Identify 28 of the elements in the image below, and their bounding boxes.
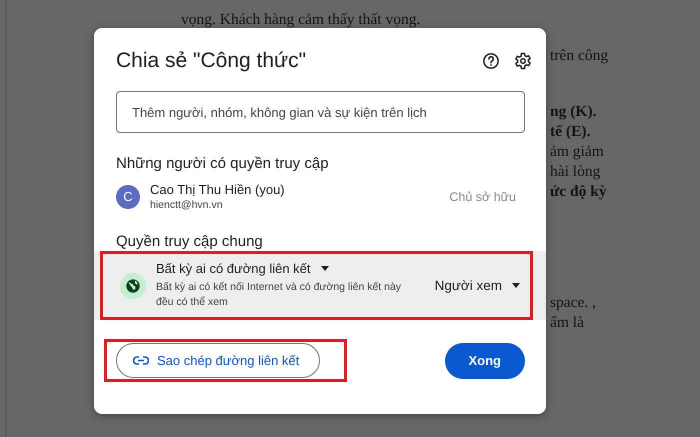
link-access-dropdown[interactable]: Bất kỳ ai có đường liên kết xyxy=(156,261,425,276)
person-role: Chủ sở hữu xyxy=(449,190,516,204)
help-icon[interactable] xyxy=(482,52,500,70)
document-text: ng (K). xyxy=(550,102,596,122)
document-text: ức độ kỳ xyxy=(550,182,607,202)
caret-icon xyxy=(512,283,520,288)
done-button[interactable]: Xong xyxy=(444,342,525,378)
document-text: space. , xyxy=(550,293,596,313)
document-text: ẩm là xyxy=(550,313,584,333)
person-name: Cao Thị Thu Hiền (you) xyxy=(150,182,286,197)
document-text: tế (E). xyxy=(550,122,590,142)
settings-icon[interactable] xyxy=(514,52,532,70)
globe-icon xyxy=(120,272,146,298)
role-dropdown[interactable]: Người xem xyxy=(434,278,520,293)
link-icon xyxy=(133,356,149,365)
caret-icon xyxy=(320,266,329,271)
dialog-title: Chia sẻ "Công thức" xyxy=(116,49,308,73)
document-text: hài lòng xyxy=(550,162,600,182)
section-heading: Quyền truy cập chung xyxy=(115,233,264,250)
document-text: trên công xyxy=(550,46,608,66)
copy-link-button[interactable]: Sao chép đường liên kết xyxy=(116,343,320,378)
add-people-field[interactable]: Thêm người, nhóm, không gian và sự kiện trên lịch xyxy=(116,91,525,133)
document-text: vọng. Khách hàng cảm thấy thất vọng. xyxy=(181,10,420,30)
section-heading: Những người có quyền truy cập xyxy=(115,155,330,172)
access-description: Bất kỳ ai có kết nối Internet và có đường liên kết này đều có thể xem xyxy=(156,280,402,310)
avatar: C xyxy=(116,184,140,208)
person-email: hienctt@hvn.vn xyxy=(150,199,224,211)
document-text: ảm giảm xyxy=(550,142,604,162)
